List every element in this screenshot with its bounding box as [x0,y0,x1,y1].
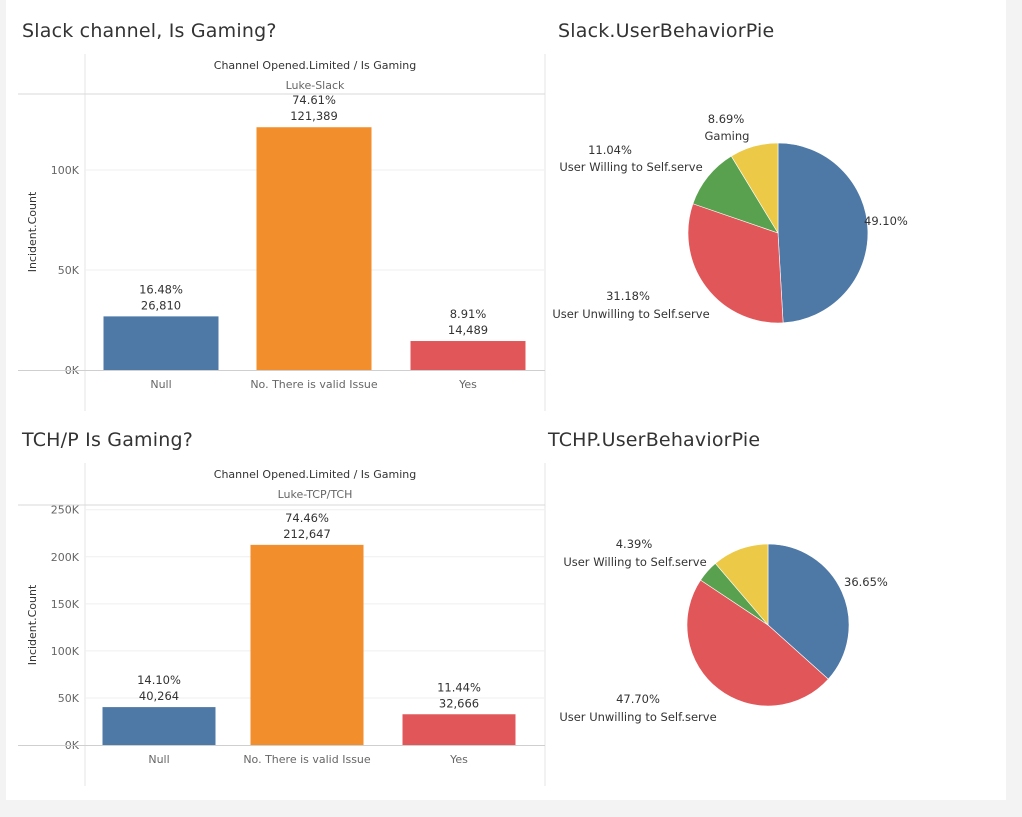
tchp_bar-bar-0[interactable] [102,707,216,745]
tchp_bar-y-axis-title: Incident.Count [26,584,39,665]
slack_bar-bar-percent-label: 74.61% [292,93,336,107]
tchp_bar-bar-percent-label: 74.46% [285,511,329,525]
slack_bar-bar-1[interactable] [256,127,372,370]
slack_bar-category-label: Null [150,378,171,391]
slack_bar-ytick-label: 100K [51,164,80,177]
tchp_bar-ytick-label: 150K [51,598,80,611]
tchp_pie-slice-label: User Unwilling to Self.serve [559,710,716,724]
tchp_bar-bar-percent-label: 11.44% [437,680,481,694]
tchp_bar-bar-value-label: 40,264 [139,689,179,703]
slack_pie-slice-0[interactable] [777,142,869,324]
slack_bar-bar-percent-label: 8.91% [450,307,487,321]
slack_pie-slice-percent-label: 11.04% [588,143,632,157]
tchp_pie-slice-percent-label: 4.39% [616,537,653,551]
slack_bar-subheader: Luke-Slack [286,79,345,92]
slack_bar-bar-value-label: 26,810 [141,298,181,312]
tchp_bar-ytick-label: 200K [51,551,80,564]
slack_bar-bar-2[interactable] [410,341,526,370]
slack_pie-slice-percent-label: 8.69% [708,112,745,126]
slack_bar-category-label: Yes [458,378,477,391]
tchp_pie-slice-percent-label: 47.70% [616,692,660,706]
slack_bar-bar-percent-label: 16.48% [139,282,183,296]
tchp_bar-ytick-label: 100K [51,645,80,658]
tchp_bar-ytick-label: 50K [58,692,80,705]
slack_bar-category-label: No. There is valid Issue [250,378,378,391]
tchp_bar-category-label: No. There is valid Issue [243,753,371,766]
tchp_bar-bar-2[interactable] [402,714,516,745]
tchp_bar-bar-percent-label: 14.10% [137,673,181,687]
slack_bar-header: Channel Opened.Limited / Is Gaming [214,59,416,72]
tchp_bar-bar-value-label: 212,647 [283,527,331,541]
tchp_bar-bar-1[interactable] [250,544,364,745]
dashboard: Slack channel, Is Gaming? Slack.UserBeha… [6,0,1006,800]
tchp_pie-slice-percent-label: 36.65% [844,575,888,589]
slack_pie-slice-label: User Unwilling to Self.serve [552,307,709,321]
slack_bar-bar-value-label: 14,489 [448,323,488,337]
slack_bar-ytick-label: 50K [58,264,80,277]
tchp_bar-ytick-label: 250K [51,504,80,517]
tchp_bar-bar-value-label: 32,666 [439,696,479,710]
slack_pie-slice-label: User Willing to Self.serve [559,160,702,174]
slack_pie-slice-label: Gaming [705,129,750,143]
tchp_bar-subheader: Luke-TCP/TCH [278,488,353,501]
slack_pie-slice-percent-label: 49.10% [864,214,908,228]
tchp_bar-category-label: Yes [449,753,468,766]
charts-canvas: Channel Opened.Limited / Is Gaming Luke-S… [18,54,908,786]
slack_bar-y-axis-title: Incident.Count [26,191,39,272]
tchp_bar-header: Channel Opened.Limited / Is Gaming [214,468,416,481]
tchp_bar-category-label: Null [148,753,169,766]
slack_bar-bar-0[interactable] [103,316,219,370]
slack_bar-bar-value-label: 121,389 [290,109,338,123]
tchp_pie-slice-label: User Willing to Self.serve [563,555,706,569]
slack_pie-slice-percent-label: 31.18% [606,289,650,303]
